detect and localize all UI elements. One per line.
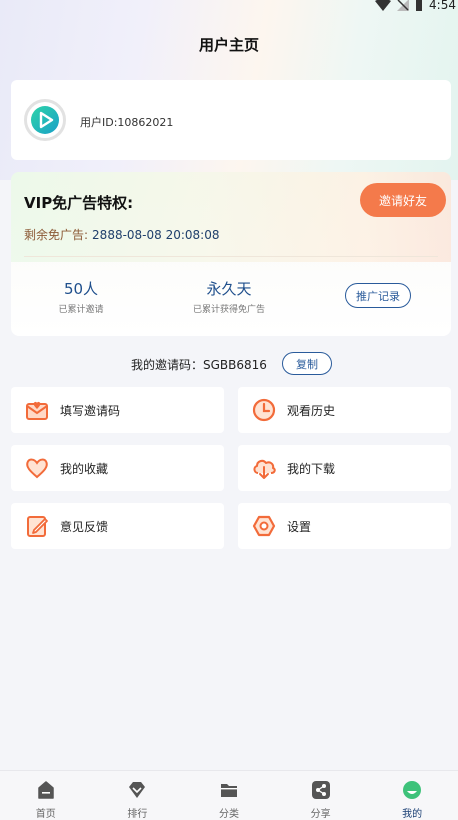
tab-category[interactable]: 分类 [183, 771, 275, 820]
remain-label: 剩余免广告: [24, 228, 89, 242]
remain-value: 2888-08-08 20:08:08 [92, 228, 220, 242]
menu-item-enter-invite-code[interactable]: 填写邀请码 [11, 387, 224, 433]
menu-label: 填写邀请码 [60, 404, 121, 418]
tab-label: 分享 [310, 809, 331, 820]
divider [24, 256, 438, 257]
share-icon [311, 781, 330, 799]
play-logo-icon [31, 106, 59, 134]
status-time: 4:54 [429, 0, 456, 12]
profile-icon [403, 781, 422, 799]
tab-label: 首页 [35, 809, 56, 820]
tab-label: 排行 [127, 809, 148, 820]
tab-label: 我的 [402, 809, 423, 820]
folder-icon [220, 784, 237, 797]
tab-mine[interactable]: 我的 [366, 771, 458, 820]
bottom-tab-bar: 首页 排行 分类 分享 我的 [0, 770, 458, 820]
menu-item-settings[interactable]: 设置 [238, 503, 451, 549]
vip-title: VIP免广告特权: [24, 194, 134, 212]
menu-item-downloads[interactable]: 我的下载 [238, 445, 451, 491]
menu-label: 意见反馈 [60, 520, 109, 534]
promotion-records-button[interactable]: 推广记录 [345, 283, 411, 308]
ad-free-days-stat: 永久天 已累计获得免广告 [169, 278, 289, 315]
clock-icon [252, 398, 276, 422]
menu-item-favorites[interactable]: 我的收藏 [11, 445, 224, 491]
invite-code-row: 我的邀请码：SGBB6816 复制 [0, 352, 458, 375]
invited-count-label: 已累计邀请 [58, 305, 104, 315]
mail-heart-icon [26, 401, 48, 420]
hexagon-settings-icon [252, 515, 276, 537]
invite-code: 我的邀请码：SGBB6816 [131, 358, 267, 372]
diamond-icon [129, 782, 146, 798]
page-title: 用户主页 [198, 36, 259, 54]
remain-ad-free: 剩余免广告: 2888-08-08 20:08:08 [24, 226, 220, 243]
copy-button[interactable]: 复制 [282, 352, 332, 375]
user-id: 用户ID:10862021 [80, 116, 174, 129]
battery-icon [416, 0, 423, 11]
status-bar: 4:54 [0, 0, 458, 14]
menu-label: 设置 [287, 520, 312, 534]
invited-count-stat: 50人 已累计邀请 [21, 278, 141, 315]
wifi-icon [375, 0, 392, 11]
tab-home[interactable]: 首页 [0, 771, 92, 820]
edit-feedback-icon [27, 516, 48, 537]
avatar[interactable] [24, 99, 66, 141]
home-icon [38, 781, 54, 799]
menu-label: 观看历史 [287, 404, 336, 418]
tab-share[interactable]: 分享 [275, 771, 367, 820]
menu-label: 我的下载 [287, 462, 336, 476]
user-card[interactable]: 用户ID:10862021 [11, 80, 451, 160]
menu-label: 我的收藏 [60, 462, 109, 476]
tab-label: 分类 [218, 809, 239, 820]
menu-item-watch-history[interactable]: 观看历史 [238, 387, 451, 433]
menu-item-feedback[interactable]: 意见反馈 [11, 503, 224, 549]
ad-free-days: 永久天 [206, 280, 252, 298]
cloud-download-icon [253, 459, 276, 479]
signal-icon [397, 0, 410, 11]
tab-ranking[interactable]: 排行 [92, 771, 184, 820]
vip-card: VIP免广告特权: 邀请好友 剩余免广告: 2888-08-08 20:08:08… [11, 172, 451, 336]
invited-count: 50人 [63, 280, 99, 298]
heart-icon [26, 458, 48, 479]
invite-friends-button[interactable]: 邀请好友 [360, 183, 446, 217]
ad-free-days-label: 已累计获得免广告 [192, 305, 265, 315]
